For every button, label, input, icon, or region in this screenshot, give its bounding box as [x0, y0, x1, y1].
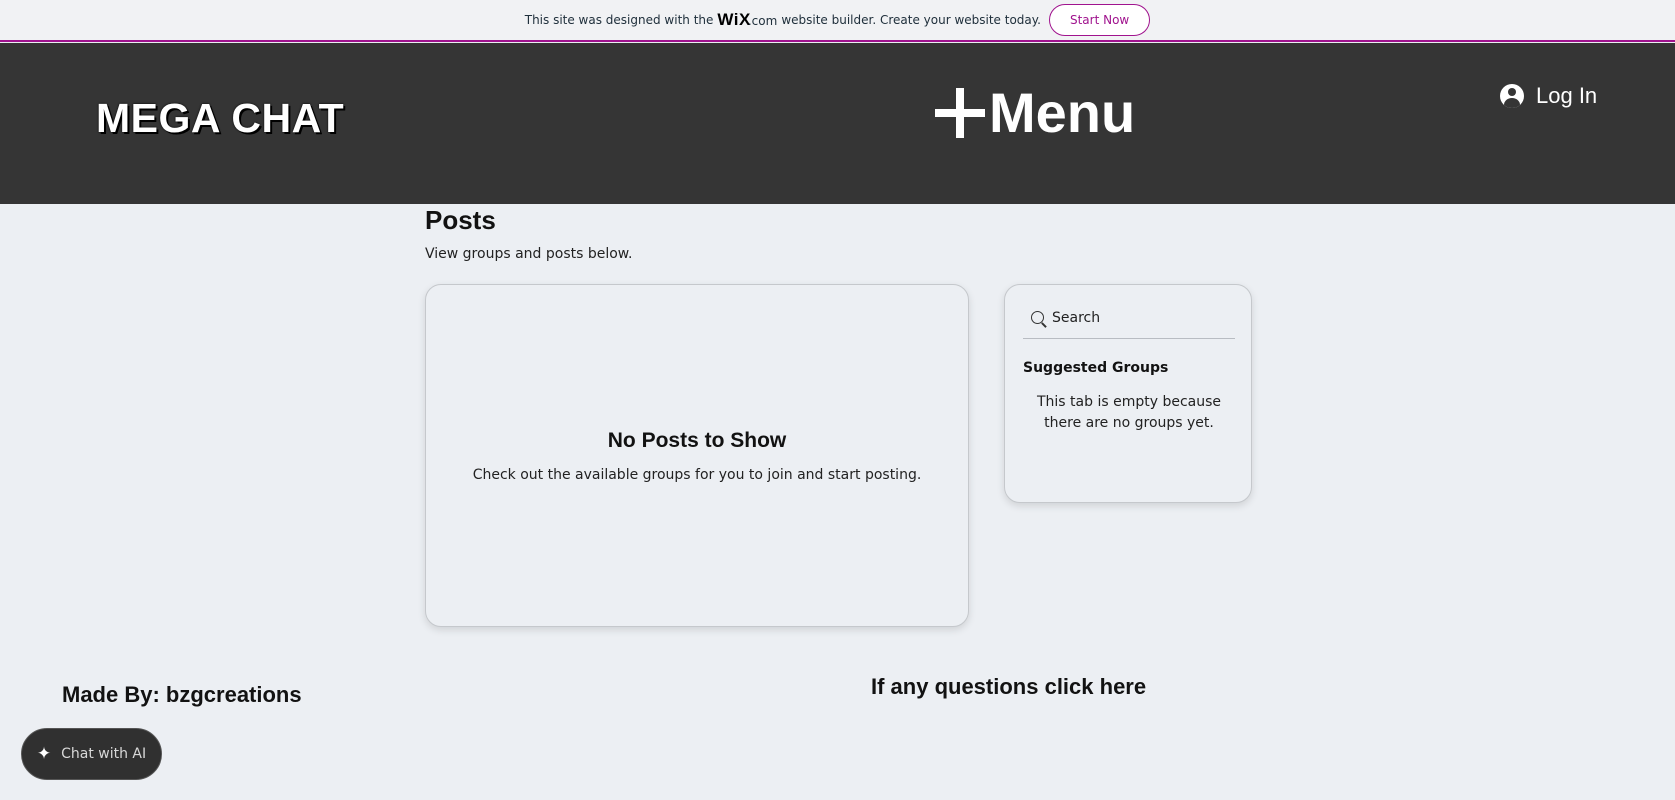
user-icon	[1500, 84, 1524, 108]
wix-banner: This site was designed with the WiX.com …	[0, 0, 1675, 42]
chat-with-ai-label: Chat with AI	[61, 746, 147, 762]
login-button[interactable]: Log In	[1500, 83, 1597, 109]
suggested-groups-title: Suggested Groups	[1023, 360, 1169, 376]
wix-logo-suffix: .com	[747, 14, 778, 28]
login-label: Log In	[1536, 83, 1598, 108]
groups-sidebar: Suggested Groups This tab is empty becau…	[1004, 284, 1252, 503]
sparkle-icon: ✦	[36, 743, 52, 764]
start-now-button[interactable]: Start Now	[1048, 4, 1151, 36]
search-bar[interactable]	[1023, 303, 1235, 339]
questions-link[interactable]: If any questions click here	[871, 674, 1146, 700]
menu-button[interactable]: Menu	[935, 85, 1135, 141]
page-title: Posts	[425, 205, 496, 235]
suggested-groups-empty: This tab is empty because there are no g…	[1036, 394, 1222, 431]
wix-banner-text-after: website builder. Create your website tod…	[781, 13, 1041, 27]
site-header: MEGA CHAT Menu Log In	[0, 43, 1675, 204]
made-by-credit: Made By: bzgcreations	[62, 682, 302, 707]
wix-banner-text: This site was designed with the WiX.com …	[525, 10, 1041, 30]
wix-logo[interactable]: WiX.com	[717, 10, 777, 30]
empty-posts-text: Check out the available groups for you t…	[472, 466, 922, 483]
search-input[interactable]	[1052, 309, 1222, 326]
posts-feed: No Posts to Show Check out the available…	[425, 284, 969, 627]
site-brand[interactable]: MEGA CHAT	[96, 95, 344, 142]
page-subtitle: View groups and posts below.	[425, 246, 633, 262]
wix-logo-mark: WiX	[717, 10, 751, 29]
chat-with-ai-button[interactable]: ✦ Chat with AI	[21, 728, 162, 780]
wix-banner-text-before: This site was designed with the	[524, 13, 714, 27]
empty-posts-title: No Posts to Show	[607, 428, 787, 452]
menu-label: Menu	[989, 81, 1136, 144]
plus-icon	[935, 88, 985, 138]
search-icon	[1031, 311, 1044, 324]
